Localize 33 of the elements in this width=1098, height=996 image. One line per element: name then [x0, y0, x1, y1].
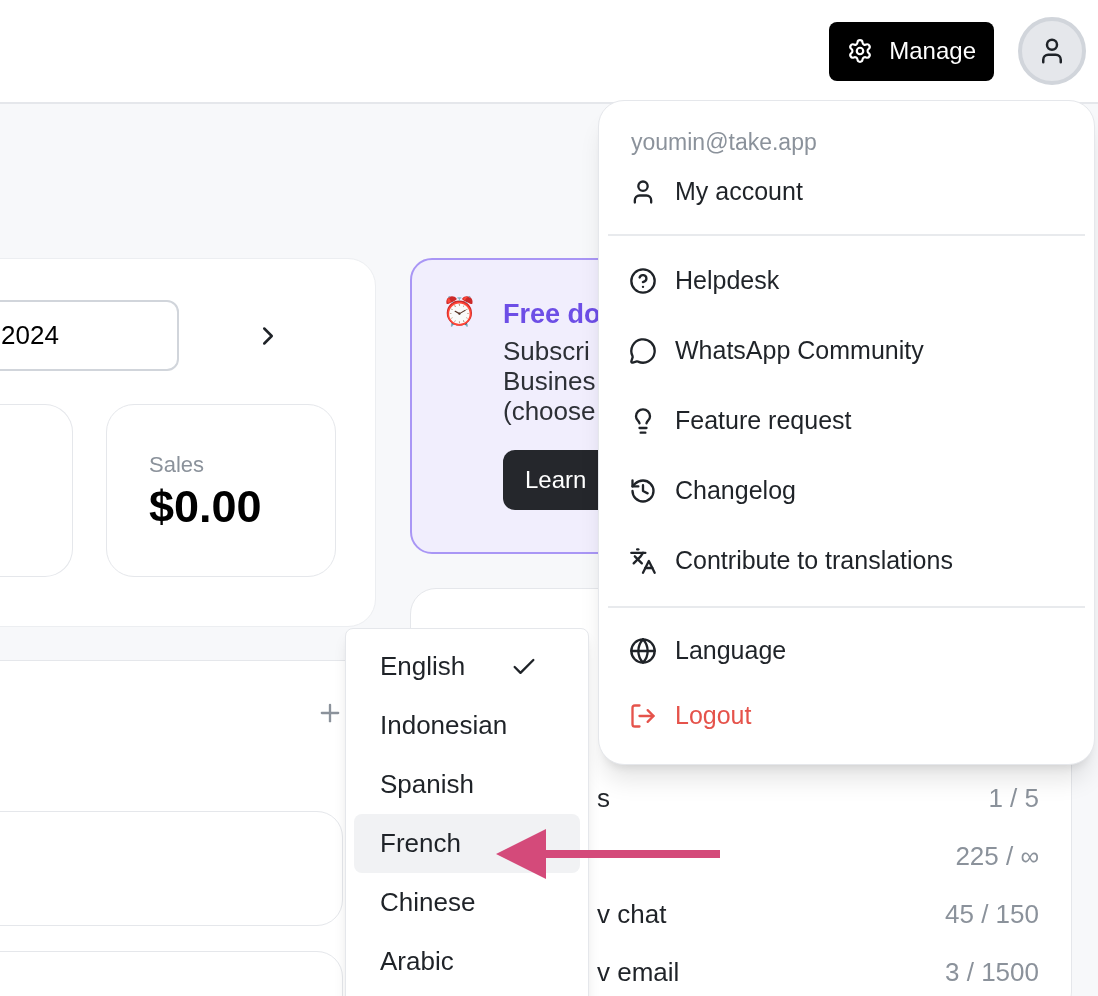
- promo-title: Free do: [503, 298, 601, 331]
- manage-button[interactable]: Manage: [829, 21, 994, 81]
- help-icon: [629, 267, 657, 295]
- menu-item[interactable]: Contribute to translations: [608, 526, 1085, 596]
- account-email: youmin@take.app: [630, 128, 818, 157]
- alarm-clock-icon: ⏰: [442, 298, 477, 326]
- menu-item[interactable]: Helpdesk: [608, 246, 1085, 316]
- language-option[interactable]: Arabic: [354, 932, 580, 991]
- chat-bubble-icon: [629, 337, 657, 365]
- stat-label: Sales: [149, 451, 205, 479]
- date-field[interactable]: 2024: [0, 300, 179, 371]
- logout-icon: [629, 701, 657, 730]
- translate-icon: [629, 547, 657, 575]
- menu-item[interactable]: Language: [608, 618, 1085, 683]
- promo-text: Subscri Busines (choose: [503, 335, 596, 426]
- usage-label: v chat: [597, 897, 667, 931]
- usage-value: 225 / ∞: [955, 839, 1039, 873]
- menu-item[interactable]: My account: [608, 159, 1085, 224]
- menu-item[interactable]: Logout: [608, 683, 1085, 748]
- globe-icon: [629, 636, 657, 665]
- language-option[interactable]: Spanish: [354, 755, 580, 814]
- usage-value: 3 / 1500: [945, 955, 1039, 989]
- settings-icon: [847, 38, 874, 64]
- usage-label: s: [597, 781, 610, 815]
- language-option[interactable]: English: [354, 637, 580, 696]
- stat-value: $0.00: [149, 479, 262, 534]
- usage-value: 45 / 150: [945, 897, 1039, 931]
- usage-value: 1 / 5: [988, 781, 1039, 815]
- language-option[interactable]: Indonesian: [354, 696, 580, 755]
- usage-label: v email: [597, 955, 680, 989]
- menu-item[interactable]: WhatsApp Community: [608, 316, 1085, 386]
- history-icon: [629, 477, 657, 505]
- language-option[interactable]: Chinese: [354, 873, 580, 932]
